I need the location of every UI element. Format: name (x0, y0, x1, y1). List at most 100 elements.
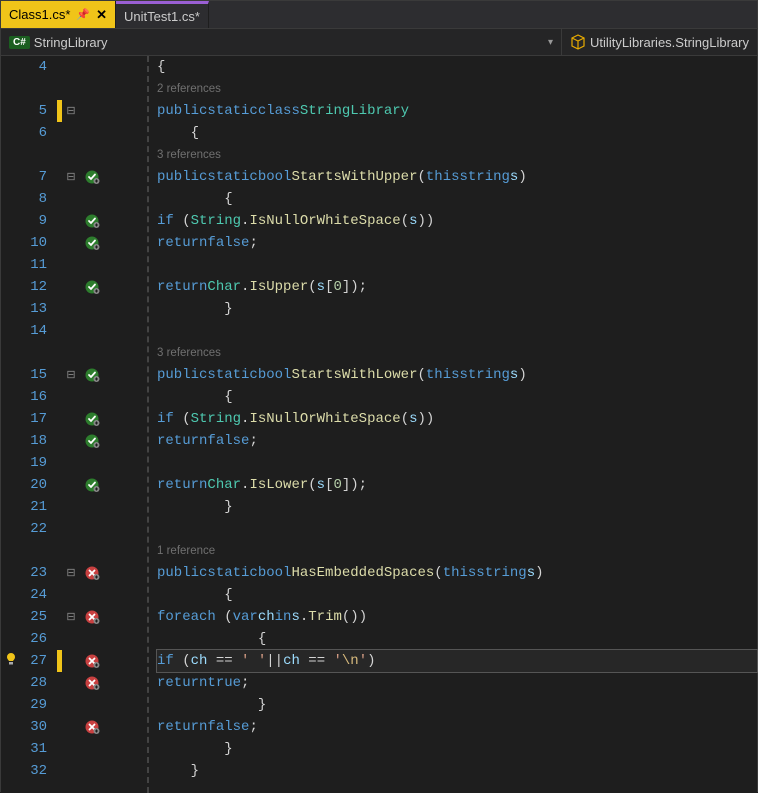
change-indicator (57, 188, 62, 210)
test-status-icon[interactable] (80, 653, 104, 669)
change-indicator (57, 738, 62, 760)
code-line[interactable]: foreach (var ch in s.Trim()) (157, 606, 757, 628)
code-line[interactable]: public static bool HasEmbeddedSpaces(thi… (157, 562, 757, 584)
namespace-label: StringLibrary (34, 35, 108, 50)
code-line[interactable]: { (157, 584, 757, 606)
code-line[interactable] (157, 254, 757, 276)
tab-class1[interactable]: Class1.cs* 📌 ✕ (1, 1, 116, 28)
pin-icon[interactable]: 📌 (76, 8, 90, 21)
code-line[interactable]: return false; (157, 232, 757, 254)
close-icon[interactable]: ✕ (96, 7, 107, 23)
code-editor[interactable]: 45⊟67⊟89101112131415⊟1617181920212223⊟24… (1, 56, 757, 793)
test-status-icon[interactable] (80, 411, 104, 427)
code-line[interactable]: { (157, 188, 757, 210)
code-line[interactable]: public static class StringLibrary (157, 100, 757, 122)
change-indicator (57, 716, 62, 738)
test-status-icon[interactable] (80, 169, 104, 185)
line-number: 22 (1, 521, 57, 537)
change-indicator (57, 386, 62, 408)
code-line[interactable]: { (157, 386, 757, 408)
line-number: 9 (1, 213, 57, 229)
code-line[interactable] (157, 320, 757, 342)
code-line[interactable]: if (ch == ' ' || ch == '\n') (157, 650, 757, 672)
line-number: 32 (1, 763, 57, 779)
change-indicator (57, 474, 62, 496)
code-line[interactable]: public static bool StartsWithLower(this … (157, 364, 757, 386)
code-line[interactable]: public static bool StartsWithUpper(this … (157, 166, 757, 188)
change-indicator (57, 276, 62, 298)
line-number: 12 (1, 279, 57, 295)
tab-bar: Class1.cs* 📌 ✕ UnitTest1.cs* (1, 1, 757, 29)
line-number: 14 (1, 323, 57, 339)
tab-label: Class1.cs* (9, 7, 70, 22)
chevron-down-icon: ▾ (548, 37, 553, 48)
change-indicator (57, 518, 62, 540)
test-status-icon[interactable] (80, 477, 104, 493)
codelens-references[interactable]: 3 references (157, 144, 757, 166)
test-status-icon[interactable] (80, 609, 104, 625)
change-indicator (57, 760, 62, 782)
line-number: 13 (1, 301, 57, 317)
code-line[interactable]: { (157, 56, 757, 78)
line-number: 15 (1, 367, 57, 383)
csharp-icon: C# (9, 36, 30, 49)
fold-toggle[interactable]: ⊟ (62, 610, 80, 624)
line-number: 29 (1, 697, 57, 713)
code-line[interactable]: return Char.IsUpper(s[0]); (157, 276, 757, 298)
code-line[interactable] (157, 452, 757, 474)
change-indicator (57, 694, 62, 716)
tab-unittest1[interactable]: UnitTest1.cs* (116, 1, 209, 28)
line-number: 10 (1, 235, 57, 251)
code-line[interactable]: return Char.IsLower(s[0]); (157, 474, 757, 496)
test-status-icon[interactable] (80, 367, 104, 383)
codelens-references[interactable]: 2 references (157, 78, 757, 100)
code-line[interactable]: } (157, 694, 757, 716)
test-status-icon[interactable] (80, 279, 104, 295)
code-line[interactable]: { (157, 628, 757, 650)
codelens-references[interactable]: 3 references (157, 342, 757, 364)
line-number: 18 (1, 433, 57, 449)
namespace-dropdown[interactable]: C# StringLibrary ▾ (1, 29, 562, 55)
line-number: 26 (1, 631, 57, 647)
fold-toggle[interactable]: ⊟ (62, 566, 80, 580)
line-number: 31 (1, 741, 57, 757)
code-line[interactable]: } (157, 760, 757, 782)
test-status-icon[interactable] (80, 719, 104, 735)
code-line[interactable]: } (157, 496, 757, 518)
codelens-references[interactable]: 1 reference (157, 540, 757, 562)
class-dropdown[interactable]: UtilityLibraries.StringLibrary (562, 29, 757, 55)
code-line[interactable]: return true; (157, 672, 757, 694)
code-line[interactable]: if (String.IsNullOrWhiteSpace(s)) (157, 408, 757, 430)
change-indicator (57, 430, 62, 452)
line-number: 28 (1, 675, 57, 691)
test-status-icon[interactable] (80, 213, 104, 229)
fold-toggle[interactable]: ⊟ (62, 368, 80, 382)
test-status-icon[interactable] (80, 433, 104, 449)
line-number: 8 (1, 191, 57, 207)
test-status-icon[interactable] (80, 565, 104, 581)
fold-toggle[interactable]: ⊟ (62, 104, 80, 118)
change-indicator (57, 496, 62, 518)
code-line[interactable]: } (157, 298, 757, 320)
change-indicator (57, 210, 62, 232)
change-indicator (57, 650, 62, 672)
test-status-icon[interactable] (80, 675, 104, 691)
code-line[interactable] (157, 518, 757, 540)
code-line[interactable]: { (157, 122, 757, 144)
change-indicator (57, 628, 62, 650)
change-indicator (57, 408, 62, 430)
lightbulb-icon[interactable] (3, 651, 19, 672)
code-line[interactable]: return false; (157, 716, 757, 738)
code-line[interactable]: return false; (157, 430, 757, 452)
tab-label: UnitTest1.cs* (124, 9, 200, 24)
code-line[interactable]: } (157, 738, 757, 760)
change-indicator (57, 584, 62, 606)
line-number: 4 (1, 59, 57, 75)
class-label: UtilityLibraries.StringLibrary (590, 35, 749, 50)
code-area[interactable]: { 2 references public static class Strin… (149, 56, 757, 793)
code-line[interactable]: if (String.IsNullOrWhiteSpace(s)) (157, 210, 757, 232)
line-number: 21 (1, 499, 57, 515)
fold-toggle[interactable]: ⊟ (62, 170, 80, 184)
navigator-bar: C# StringLibrary ▾ UtilityLibraries.Stri… (1, 29, 757, 56)
test-status-icon[interactable] (80, 235, 104, 251)
